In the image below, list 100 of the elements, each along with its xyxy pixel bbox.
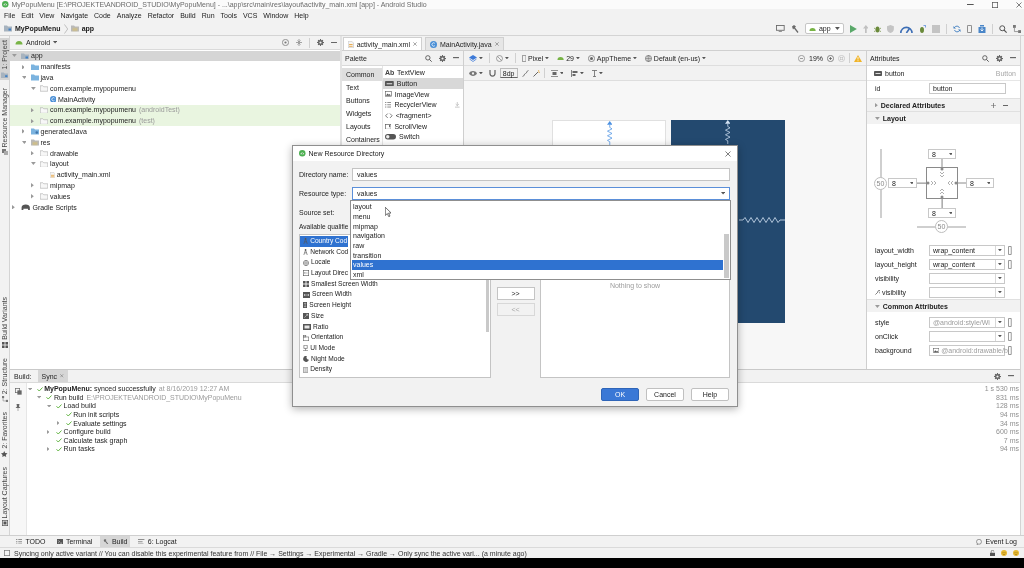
caret-icon <box>986 181 991 185</box>
android-icon <box>15 40 23 45</box>
distribute-dropdown[interactable] <box>548 67 566 79</box>
expand-arrow-icon[interactable] <box>21 140 27 144</box>
close-icon[interactable] <box>494 42 499 46</box>
monitor-icon[interactable] <box>776 25 785 32</box>
layers-dropdown[interactable] <box>467 52 485 64</box>
expand-arrow-icon[interactable] <box>21 64 25 70</box>
close-icon[interactable] <box>60 374 64 378</box>
attribute-dropdown[interactable] <box>929 272 1005 284</box>
lock-icon[interactable] <box>990 550 995 556</box>
minimize-icon[interactable] <box>967 4 974 5</box>
close-icon[interactable] <box>1016 1 1022 8</box>
bug-icon[interactable] <box>874 24 882 33</box>
slash-circle-icon <box>495 54 503 62</box>
target-icon[interactable] <box>282 39 289 46</box>
curve-icon[interactable] <box>521 69 529 77</box>
scrollbar[interactable] <box>724 234 729 278</box>
mouse-cursor-icon <box>385 207 392 217</box>
settings-icon[interactable] <box>439 54 446 62</box>
caret-icon <box>545 56 550 60</box>
warning-icon[interactable] <box>854 54 862 62</box>
pin-icon[interactable] <box>15 404 21 411</box>
caret-icon <box>53 41 58 44</box>
expand-arrow-icon[interactable] <box>31 150 34 156</box>
arrows-to-line-icon[interactable] <box>296 39 302 46</box>
expand-arrow-icon[interactable] <box>46 446 50 451</box>
settings-icon[interactable] <box>994 372 1001 380</box>
expand-arrow-icon[interactable] <box>31 194 34 199</box>
arrow-icon[interactable] <box>862 24 869 33</box>
sync-icon[interactable] <box>953 24 961 33</box>
stop-icon[interactable] <box>932 24 940 33</box>
aspect-ratio-icon <box>303 323 311 330</box>
terminal-icon <box>56 538 63 545</box>
download-icon[interactable] <box>978 24 986 33</box>
expand-arrow-icon[interactable] <box>46 404 52 408</box>
android-icon <box>808 26 816 31</box>
xml-file-icon <box>348 40 354 48</box>
expand-arrow-icon[interactable] <box>875 102 878 108</box>
minimize-icon[interactable] <box>1008 375 1014 377</box>
copy-icon[interactable] <box>14 388 22 395</box>
structure-icon[interactable] <box>1013 24 1021 33</box>
minimize-icon[interactable] <box>331 41 337 44</box>
minus-icon[interactable] <box>1003 104 1008 106</box>
baseline-dropdown[interactable] <box>590 67 605 79</box>
expand-arrow-icon[interactable] <box>31 107 34 113</box>
download-icon[interactable] <box>455 102 460 108</box>
lines-icon <box>138 538 145 545</box>
expand-arrow-icon[interactable] <box>21 76 27 80</box>
zoom-fit-icon[interactable] <box>838 54 845 62</box>
app-logo-icon <box>299 150 306 157</box>
plus-icon[interactable] <box>991 102 996 108</box>
play-icon[interactable] <box>849 24 857 33</box>
xml-file-icon <box>49 171 55 178</box>
expand-arrow-icon[interactable] <box>12 204 15 210</box>
expand-arrow-icon[interactable] <box>31 118 34 123</box>
expand-arrow-icon[interactable] <box>875 116 880 120</box>
minimize-icon[interactable] <box>453 57 459 59</box>
expand-arrow-icon[interactable] <box>27 387 32 391</box>
shield-icon[interactable] <box>887 24 895 33</box>
magnet-icon[interactable] <box>488 69 496 77</box>
phone-icon[interactable] <box>967 24 972 33</box>
smiley-icon[interactable] <box>1001 550 1007 556</box>
caret-icon <box>575 56 580 60</box>
resize-icon <box>303 313 309 320</box>
expand-arrow-icon[interactable] <box>46 429 50 434</box>
hammer-icon[interactable] <box>790 24 799 33</box>
zoom-in-icon[interactable] <box>827 54 834 62</box>
search-icon[interactable] <box>982 54 989 62</box>
minimize-icon[interactable] <box>1010 57 1016 59</box>
search-icon[interactable] <box>425 54 432 62</box>
settings-icon[interactable] <box>317 39 324 46</box>
smiley-icon[interactable] <box>1013 550 1019 556</box>
expand-arrow-icon[interactable] <box>31 162 36 166</box>
grid-icon <box>1 341 8 348</box>
square-icon[interactable] <box>4 550 10 556</box>
folder-icon <box>0 71 9 78</box>
image-icon <box>933 347 940 353</box>
globe-icon <box>644 54 652 62</box>
layers-icon <box>469 54 477 62</box>
expand-arrow-icon[interactable] <box>12 54 17 58</box>
expand-arrow-icon[interactable] <box>56 421 60 426</box>
attribute-dropdown[interactable] <box>929 330 1005 342</box>
wand-icon[interactable] <box>532 69 540 77</box>
expand-arrow-icon[interactable] <box>875 304 880 308</box>
code-icon <box>385 112 393 119</box>
expand-arrow-icon[interactable] <box>31 183 34 188</box>
zoom-out-icon[interactable] <box>798 54 805 62</box>
gauge-icon[interactable] <box>900 24 913 33</box>
settings-icon[interactable] <box>996 54 1003 62</box>
expand-arrow-icon[interactable] <box>21 129 25 134</box>
close-icon[interactable] <box>725 150 731 157</box>
expand-arrow-icon[interactable] <box>31 86 36 90</box>
orientation-dropdown[interactable] <box>493 52 511 64</box>
search-icon[interactable] <box>999 24 1007 33</box>
attribute-dropdown[interactable] <box>929 286 1005 298</box>
close-icon[interactable] <box>413 42 417 46</box>
caret-icon <box>702 56 706 60</box>
maximize-icon[interactable] <box>992 1 998 8</box>
expand-arrow-icon[interactable] <box>37 396 42 399</box>
